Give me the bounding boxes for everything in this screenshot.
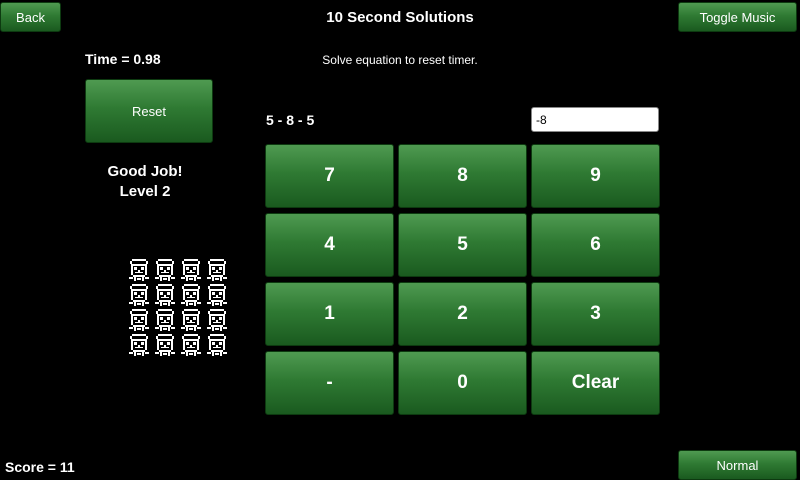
keypad-button-7[interactable]: 7 bbox=[265, 144, 394, 208]
feedback-line-1: Good Job! bbox=[107, 163, 183, 180]
keypad-button-9[interactable]: 9 bbox=[531, 144, 660, 208]
face-icon bbox=[206, 308, 228, 332]
feedback-line-2: Level 2 bbox=[119, 183, 171, 200]
score-display: Score = 11 bbox=[5, 459, 75, 475]
lives-grid bbox=[128, 258, 232, 362]
keypad-button-6[interactable]: 6 bbox=[531, 213, 660, 277]
toggle-music-button[interactable]: Toggle Music bbox=[678, 2, 797, 32]
face-icon bbox=[154, 308, 176, 332]
keypad-button-minus[interactable]: - bbox=[265, 351, 394, 415]
difficulty-button[interactable]: Normal bbox=[678, 450, 797, 480]
equation-text: 5 - 8 - 5 bbox=[266, 112, 315, 128]
face-icon bbox=[128, 283, 150, 307]
reset-button[interactable]: Reset bbox=[85, 79, 213, 143]
timer-display: Time = 0.98 bbox=[85, 51, 161, 67]
feedback-message: Good Job! Level 2 bbox=[70, 162, 220, 202]
face-icon bbox=[180, 258, 202, 282]
keypad-button-0[interactable]: 0 bbox=[398, 351, 527, 415]
answer-input[interactable] bbox=[531, 107, 659, 132]
keypad-button-1[interactable]: 1 bbox=[265, 282, 394, 346]
face-icon bbox=[154, 283, 176, 307]
keypad-button-3[interactable]: 3 bbox=[531, 282, 660, 346]
face-icon bbox=[206, 333, 228, 357]
face-icon bbox=[128, 308, 150, 332]
face-icon bbox=[206, 258, 228, 282]
face-icon bbox=[154, 258, 176, 282]
face-icon bbox=[180, 308, 202, 332]
face-icon bbox=[180, 283, 202, 307]
face-icon bbox=[206, 283, 228, 307]
instruction-text: Solve equation to reset timer. bbox=[322, 53, 478, 67]
keypad-button-8[interactable]: 8 bbox=[398, 144, 527, 208]
keypad-button-4[interactable]: 4 bbox=[265, 213, 394, 277]
face-icon bbox=[128, 333, 150, 357]
face-icon bbox=[128, 258, 150, 282]
keypad-button-5[interactable]: 5 bbox=[398, 213, 527, 277]
face-icon bbox=[180, 333, 202, 357]
keypad-button-clear[interactable]: Clear bbox=[531, 351, 660, 415]
keypad-button-2[interactable]: 2 bbox=[398, 282, 527, 346]
face-icon bbox=[154, 333, 176, 357]
